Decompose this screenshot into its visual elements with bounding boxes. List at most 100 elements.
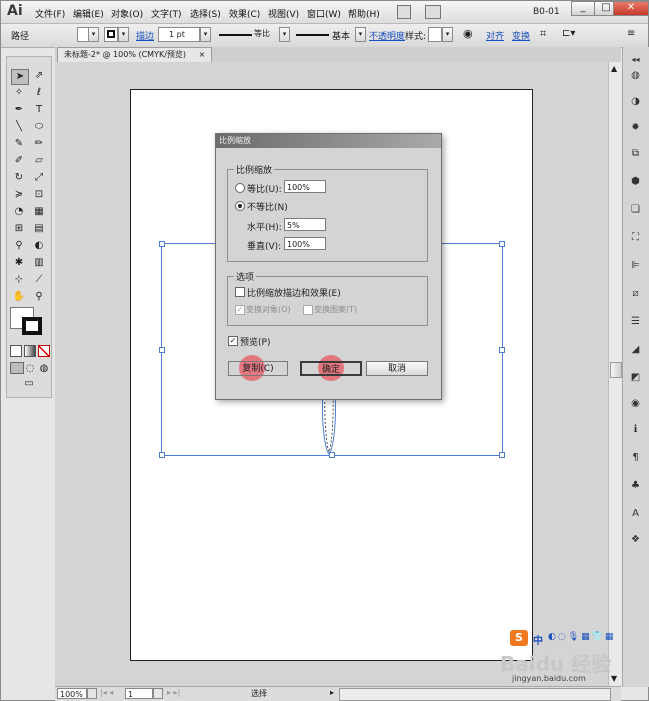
symbols-club-icon[interactable]: ♣	[628, 479, 643, 492]
shape-builder-tool-icon[interactable]: ◔	[11, 205, 27, 219]
free-transform-tool-icon[interactable]: ⊡	[31, 188, 47, 202]
resize-handle[interactable]	[499, 452, 505, 458]
mesh-tool-icon[interactable]: ⊞	[11, 222, 27, 236]
paragraph-panel-icon[interactable]: ¶	[628, 451, 643, 464]
type-tool-icon[interactable]: T	[31, 103, 47, 117]
transform-panel-icon[interactable]: ⛶	[628, 231, 643, 244]
magic-wand-tool-icon[interactable]: ✧	[11, 86, 27, 100]
resize-handle[interactable]	[499, 241, 505, 247]
align-link[interactable]: 对齐	[486, 29, 504, 42]
stroke-weight-dropdown[interactable]: ▾	[200, 27, 211, 42]
info-panel-icon[interactable]: ℹ	[628, 423, 643, 436]
symbol-sprayer-tool-icon[interactable]: ✱	[11, 256, 27, 270]
align-panel-icon[interactable]: ⊫	[628, 259, 643, 272]
menu-edit[interactable]: 编辑(E)	[73, 7, 104, 20]
transform-link[interactable]: 变换	[512, 29, 530, 42]
fill-dropdown[interactable]: ▾	[88, 27, 99, 42]
style-swatch[interactable]	[428, 27, 442, 42]
resize-handle[interactable]	[159, 241, 165, 247]
eyedropper-tool-icon[interactable]: ⚲	[11, 239, 27, 253]
close-tab-icon[interactable]: ×	[199, 50, 206, 59]
brushes-panel-icon[interactable]: ⧉	[628, 147, 643, 160]
ok-button[interactable]: 确定	[300, 361, 362, 376]
stroke-panel-icon[interactable]: ☰	[628, 315, 643, 328]
first-page-icon[interactable]: |◂ ◂	[100, 688, 113, 697]
menu-effect[interactable]: 效果(C)	[229, 7, 260, 20]
stroke-swatch[interactable]	[104, 27, 118, 42]
panel-menu-icon[interactable]: ≡	[627, 28, 635, 39]
stroke-weight-field[interactable]: 1 pt	[158, 27, 200, 42]
line-tool-icon[interactable]: ╲	[11, 120, 27, 134]
copy-button[interactable]: 复制(C)	[228, 361, 288, 376]
resize-handle[interactable]	[499, 347, 505, 353]
menu-object[interactable]: 对象(O)	[111, 7, 143, 20]
width-tool-icon[interactable]: ≽	[11, 188, 27, 202]
character-panel-icon[interactable]: A	[628, 507, 643, 520]
selection-tool-icon[interactable]: ➤	[11, 69, 29, 85]
scroll-up-icon[interactable]: ▲	[611, 64, 617, 73]
scale-strokes-checkbox[interactable]	[235, 287, 245, 297]
nonuniform-radio[interactable]	[235, 201, 245, 211]
draw-inside-icon[interactable]: ◍	[38, 362, 50, 374]
graph-tool-icon[interactable]: ▥	[31, 256, 47, 270]
color-panel-icon[interactable]: ◍	[628, 69, 643, 82]
workspace-switcher[interactable]: B0-01	[533, 7, 560, 17]
pathfinder-panel-icon[interactable]: ⧄	[628, 287, 643, 300]
perspective-grid-tool-icon[interactable]: ▦	[31, 205, 47, 219]
vertical-scrollbar[interactable]: ▲ ▼	[608, 62, 622, 687]
menu-file[interactable]: 文件(F)	[35, 7, 65, 20]
menu-select[interactable]: 选择(S)	[190, 7, 221, 20]
minimize-button[interactable]: _	[571, 1, 595, 16]
color-mode-icon[interactable]	[10, 345, 22, 357]
blend-tool-icon[interactable]: ◐	[31, 239, 47, 253]
layers-panel-icon[interactable]: ❖	[628, 533, 643, 546]
swatches-panel-icon[interactable]: ✹	[628, 121, 643, 134]
resize-handle[interactable]	[159, 347, 165, 353]
resize-handle[interactable]	[159, 452, 165, 458]
rotate-tool-icon[interactable]: ↻	[11, 171, 27, 185]
preview-checkbox[interactable]: ✓	[228, 336, 238, 346]
menu-type[interactable]: 文字(T)	[151, 7, 182, 20]
gradient-mode-icon[interactable]	[24, 345, 36, 357]
scroll-thumb[interactable]	[610, 362, 622, 378]
uniform-field[interactable]: 100%	[284, 180, 326, 193]
isolate-icon[interactable]: ⌗	[540, 27, 546, 41]
artboard-tool-icon[interactable]: ⊹	[11, 273, 27, 287]
gradient-panel-icon[interactable]: ◢	[628, 343, 643, 356]
ellipse-tool-icon[interactable]: ⬭	[31, 120, 47, 134]
profile-dropdown[interactable]: ▾	[279, 27, 290, 42]
screen-mode-icon[interactable]: ▭	[21, 377, 37, 391]
stroke-dropdown[interactable]: ▾	[118, 27, 129, 42]
menu-view[interactable]: 视图(V)	[268, 7, 299, 20]
horizontal-field[interactable]: 5%	[284, 218, 326, 231]
opacity-link[interactable]: 不透明度	[369, 29, 405, 42]
transparency-panel-icon[interactable]: ◩	[628, 371, 643, 384]
close-button[interactable]: ✕	[613, 1, 649, 16]
page-dropdown[interactable]	[153, 688, 163, 699]
direct-selection-tool-icon[interactable]: ⇗	[31, 69, 47, 83]
bridge-icon[interactable]	[397, 5, 411, 19]
pen-tool-icon[interactable]: ✒	[11, 103, 27, 117]
paintbrush-tool-icon[interactable]: ✎	[11, 137, 27, 151]
eraser-tool-icon[interactable]: ▱	[31, 154, 47, 168]
cancel-button[interactable]: 取消	[366, 361, 428, 376]
page-field[interactable]: 1	[125, 688, 153, 699]
hand-tool-icon[interactable]: ✋	[11, 290, 27, 304]
scale-tool-icon[interactable]: ⤢	[31, 171, 47, 185]
arrange-icon[interactable]: ⊏▾	[562, 28, 575, 39]
document-tab[interactable]: 未标题-2* @ 100% (CMYK/预览) ×	[57, 47, 213, 62]
menu-window[interactable]: 窗口(W)	[307, 7, 341, 20]
blob-brush-tool-icon[interactable]: ✐	[11, 154, 27, 168]
recolor-icon[interactable]: ◉	[463, 27, 473, 40]
pencil-tool-icon[interactable]: ✏	[31, 137, 47, 151]
zoom-field[interactable]: 100%	[57, 688, 87, 699]
lasso-tool-icon[interactable]: ℓ	[31, 86, 47, 100]
zoom-tool-icon[interactable]: ⚲	[31, 290, 47, 304]
zoom-dropdown[interactable]	[87, 688, 97, 699]
slice-tool-icon[interactable]: ⟋	[31, 273, 47, 287]
none-mode-icon[interactable]	[38, 345, 50, 357]
style-dropdown[interactable]: ▾	[442, 27, 453, 42]
gradient-tool-icon[interactable]: ▤	[31, 222, 47, 236]
stroke-color-box[interactable]	[22, 317, 42, 335]
color-guide-icon[interactable]: ◑	[628, 95, 643, 108]
